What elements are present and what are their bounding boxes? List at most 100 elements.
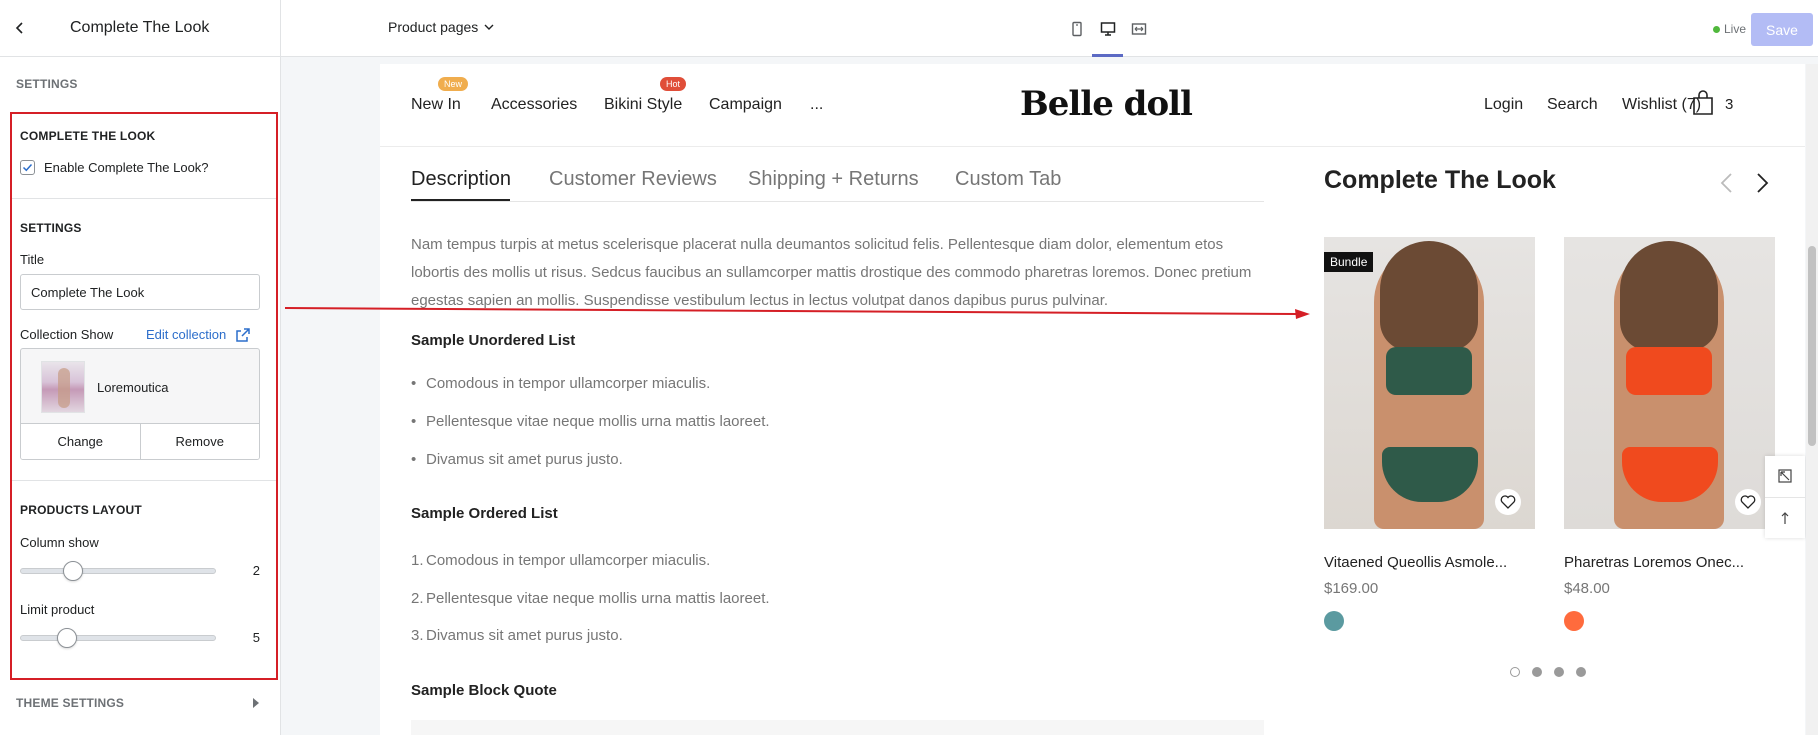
desktop-icon [1100, 21, 1115, 36]
back-to-top-button[interactable] [1765, 496, 1805, 539]
complete-look-heading: COMPLETE THE LOOK [20, 129, 156, 143]
swimsuit-top [1386, 347, 1472, 395]
product-name[interactable]: Pharetras Loremos Onec... [1564, 554, 1775, 571]
model-hair [1380, 241, 1478, 351]
product-name[interactable]: Vitaened Queollis Asmole... [1324, 554, 1535, 571]
nav-accessories[interactable]: Accessories [491, 96, 577, 114]
brand-logo[interactable]: Belle doll [1020, 84, 1193, 124]
nav-more[interactable]: ... [810, 96, 823, 114]
wishlist-button[interactable] [1495, 489, 1521, 515]
carousel-dot[interactable] [1510, 667, 1520, 677]
heart-icon [1500, 495, 1516, 509]
carousel-dots [1510, 667, 1586, 677]
fullwidth-view-button[interactable] [1123, 0, 1154, 57]
limit-product-slider[interactable]: 5 [20, 626, 260, 648]
list-item: 3. Divamus sit amet purus justo. [411, 627, 623, 644]
mobile-view-button[interactable] [1061, 0, 1092, 57]
color-swatch[interactable] [1564, 611, 1584, 631]
checkmark-icon [22, 163, 33, 172]
tab-description[interactable]: Description [411, 168, 511, 191]
arrow-up-icon [1781, 511, 1789, 524]
shopping-bag-icon[interactable] [1692, 90, 1714, 116]
collection-name: Loremoutica [97, 379, 169, 395]
carousel-dot[interactable] [1532, 667, 1542, 677]
sidebar-title: Complete The Look [70, 19, 210, 36]
swimsuit-top [1626, 347, 1712, 395]
limit-product-label: Limit product [20, 602, 95, 617]
column-show-slider[interactable]: 2 [20, 559, 260, 581]
store-preview: New New In Accessories Hot Bikini Style … [380, 64, 1805, 735]
blockquote [411, 720, 1264, 735]
slider-thumb[interactable] [63, 561, 83, 581]
enable-checkbox[interactable] [20, 160, 35, 175]
carousel-dot[interactable] [1576, 667, 1586, 677]
annotation-arrow-icon [285, 307, 1310, 319]
resize-button[interactable] [1765, 456, 1805, 497]
model-hair [1620, 241, 1718, 351]
change-button[interactable]: Change [21, 424, 140, 459]
edit-collection-link[interactable]: Edit collection [146, 327, 250, 342]
product-image[interactable] [1564, 237, 1775, 529]
product-card[interactable]: Pharetras Loremos Onec... $48.00 [1564, 237, 1775, 631]
enable-complete-look-row[interactable]: Enable Complete The Look? [20, 160, 209, 175]
desktop-view-button[interactable] [1092, 0, 1123, 57]
theme-settings-label: THEME SETTINGS [16, 696, 125, 710]
product-card[interactable]: Bundle Vitaened Queollis Asmole... $169.… [1324, 237, 1535, 631]
chevron-right-icon[interactable] [1753, 172, 1771, 194]
list-item: • Pellentesque vitae neque mollis urna ma… [411, 413, 770, 430]
chevron-left-icon [15, 22, 23, 34]
carousel-dot[interactable] [1554, 667, 1564, 677]
limit-product-value: 5 [252, 630, 260, 645]
settings-section-label: SETTINGS [16, 77, 78, 91]
blockquote-heading: Sample Block Quote [411, 682, 557, 699]
collection-item: Loremoutica [21, 349, 259, 425]
remove-button[interactable]: Remove [139, 424, 260, 459]
page-type-label: Product pages [388, 19, 479, 35]
collection-label: Collection Show [20, 327, 114, 342]
active-tab-indicator [411, 199, 510, 201]
theme-settings-toggle[interactable]: THEME SETTINGS [16, 696, 260, 710]
settings-sidebar: Complete The Look SETTINGS COMPLETE THE … [0, 0, 281, 735]
wishlist-button[interactable] [1735, 489, 1761, 515]
tab-customer-reviews[interactable]: Customer Reviews [549, 168, 717, 191]
title-input[interactable] [20, 274, 260, 310]
nav-login[interactable]: Login [1484, 96, 1523, 114]
unordered-heading: Sample Unordered List [411, 332, 576, 349]
product-image[interactable]: Bundle [1324, 237, 1535, 529]
page-type-select[interactable]: Product pages [388, 19, 494, 35]
nav-search[interactable]: Search [1547, 96, 1598, 114]
back-button[interactable] [0, 0, 40, 57]
product-price: $169.00 [1324, 580, 1379, 597]
nav-campaign[interactable]: Campaign [709, 96, 782, 114]
product-tabs: Description Customer Reviews Shipping + … [411, 152, 1264, 202]
tab-custom[interactable]: Custom Tab [955, 168, 1061, 191]
editor-topbar: Product pages Live Save [281, 0, 1818, 57]
scrollbar-thumb[interactable] [1808, 246, 1816, 446]
ordered-heading: Sample Ordered List [411, 505, 558, 522]
slider-track[interactable] [20, 568, 216, 574]
edit-collection-text[interactable]: Edit collection [146, 327, 226, 342]
slider-track[interactable] [20, 635, 216, 641]
preview-scrollbar[interactable] [1806, 64, 1818, 735]
store-header: New New In Accessories Hot Bikini Style … [380, 64, 1805, 147]
nav-bikini-style[interactable]: Bikini Style [604, 96, 682, 114]
tab-shipping-returns[interactable]: Shipping + Returns [748, 168, 919, 191]
mobile-icon [1071, 21, 1082, 36]
nav-new-in[interactable]: New In [411, 96, 461, 114]
divider [12, 480, 276, 481]
save-button[interactable]: Save [1751, 13, 1813, 46]
product-price: $48.00 [1564, 580, 1610, 597]
collection-actions: Change Remove [21, 423, 259, 459]
resize-icon [1778, 469, 1792, 483]
external-link-icon [236, 327, 250, 342]
expand-horizontal-icon [1131, 22, 1146, 35]
color-swatch[interactable] [1324, 611, 1344, 631]
floating-tools [1765, 456, 1805, 538]
column-show-value: 2 [252, 563, 260, 578]
live-status: Live [1713, 22, 1746, 36]
collection-card: Loremoutica Change Remove [20, 348, 260, 460]
nav-wishlist[interactable]: Wishlist (7) [1622, 96, 1701, 114]
chevron-left-icon[interactable] [1718, 172, 1736, 194]
hot-badge: Hot [660, 77, 687, 91]
slider-thumb[interactable] [57, 628, 77, 648]
